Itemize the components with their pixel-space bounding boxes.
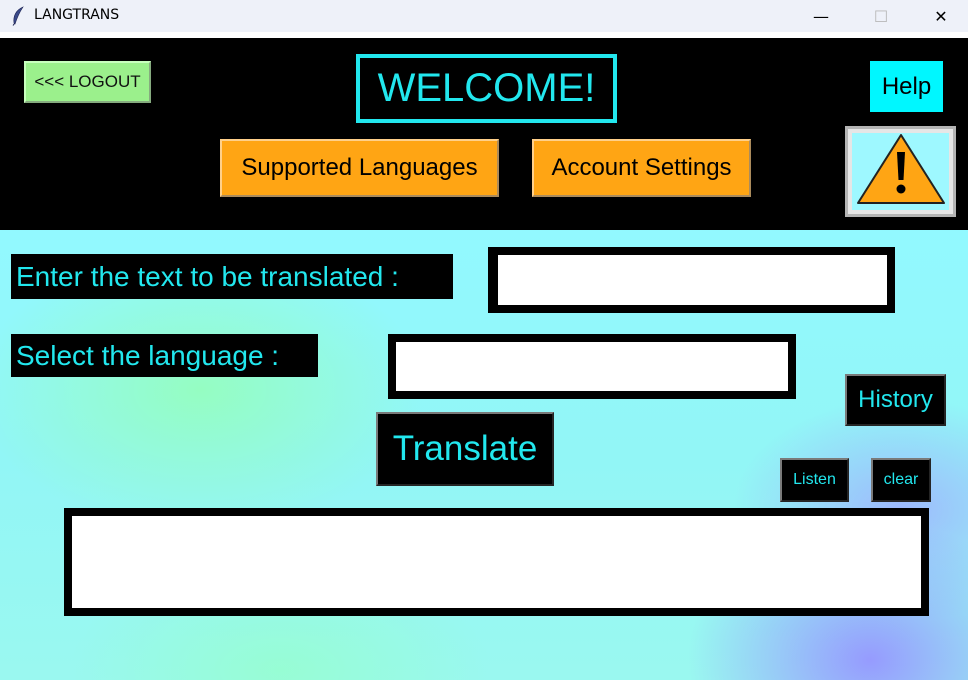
minimize-button[interactable]: — <box>798 0 844 32</box>
logout-button[interactable]: <<< LOGOUT <box>24 61 151 103</box>
translate-button[interactable]: Translate <box>376 412 554 486</box>
text-input-label: Enter the text to be translated : <box>11 254 453 299</box>
output-frame <box>64 508 929 616</box>
language-input[interactable] <box>396 342 788 391</box>
maximize-button[interactable]: ☐ <box>858 0 904 32</box>
history-button[interactable]: History <box>845 374 946 426</box>
language-label: Select the language : <box>11 334 318 377</box>
feather-app-icon <box>10 6 26 26</box>
welcome-title: WELCOME! <box>356 54 617 123</box>
translation-output[interactable] <box>72 516 921 608</box>
language-input-frame <box>388 334 796 399</box>
help-button[interactable]: Help <box>870 61 943 112</box>
text-input-frame <box>488 247 895 313</box>
close-button[interactable]: ✕ <box>918 0 964 32</box>
window-title: LANGTRANS <box>34 7 120 23</box>
text-input[interactable] <box>496 255 887 305</box>
window-title-bar: LANGTRANS — ☐ ✕ <box>0 0 968 32</box>
warning-icon <box>854 132 948 211</box>
clear-button[interactable]: clear <box>871 458 931 502</box>
account-settings-button[interactable]: Account Settings <box>532 139 751 197</box>
supported-languages-button[interactable]: Supported Languages <box>220 139 499 197</box>
warning-button[interactable] <box>845 126 956 217</box>
listen-button[interactable]: Listen <box>780 458 849 502</box>
